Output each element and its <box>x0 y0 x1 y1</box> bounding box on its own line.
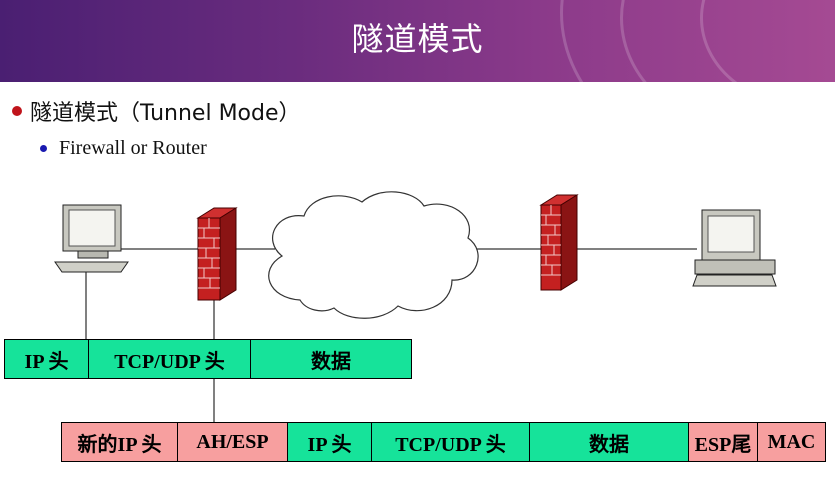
desktop-computer-icon <box>54 204 129 273</box>
packet-field-ip-header: IP 头 <box>5 340 89 378</box>
packet-field-esp-trailer: ESP尾 <box>689 423 758 461</box>
packet-field-data: 数据 <box>251 340 411 378</box>
network-diagram <box>54 191 777 423</box>
packet-field-tcp-udp-header: TCP/UDP 头 <box>89 340 251 378</box>
packet-field-data: 数据 <box>530 423 689 461</box>
internet-cloud-icon <box>268 191 479 319</box>
workstation-computer-icon <box>692 209 777 287</box>
firewall-icon <box>539 194 579 291</box>
packet-field-tcp-udp-header: TCP/UDP 头 <box>372 423 530 461</box>
packet-field-ip-header: IP 头 <box>288 423 372 461</box>
packet-field-new-ip-header: 新的IP 头 <box>62 423 178 461</box>
firewall-icon <box>196 207 238 301</box>
packet-tunnel: 新的IP 头 AH/ESP IP 头 TCP/UDP 头 数据 ESP尾 MAC <box>61 422 826 462</box>
packet-field-mac: MAC <box>758 423 825 461</box>
packet-original: IP 头 TCP/UDP 头 数据 <box>4 339 412 379</box>
packet-field-ah-esp: AH/ESP <box>178 423 288 461</box>
